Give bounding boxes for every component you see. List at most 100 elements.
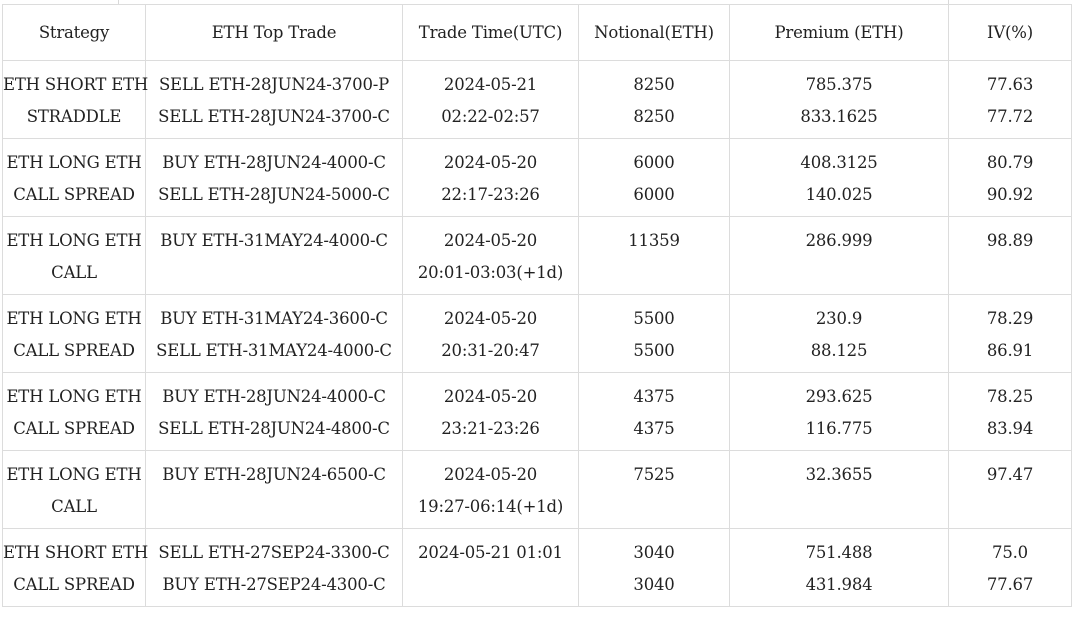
strategy-cell: ETH SHORT ETH STRADDLE — [2, 60, 149, 139]
strategy-cell: ETH LONG ETH CALL SPREAD — [2, 372, 146, 451]
strategy-line: ETH LONG ETH — [6, 387, 142, 406]
iv-line: 97.47 — [986, 465, 1034, 484]
notional-line: 4375 — [633, 387, 675, 406]
notional-cell: 11359 — [578, 216, 730, 295]
top-trade-line: SELL ETH-27SEP24-3300-C — [158, 543, 390, 562]
iv-line: 83.94 — [986, 418, 1034, 438]
premium-line: 88.125 — [810, 340, 868, 360]
table-row: ETH SHORT ETH CALL SPREAD SELL ETH-27SEP24… — [2, 528, 1072, 607]
premium-line: 833.1625 — [800, 106, 878, 126]
top-trade-line: BUY ETH-28JUN24-4000-C — [162, 387, 386, 406]
notional-cell: 7525 — [578, 450, 730, 529]
top-trade-line: SELL ETH-28JUN24-3700-C — [158, 106, 390, 126]
header-iv: IV(%) — [948, 4, 1072, 61]
premium-line: 32.3655 — [805, 465, 873, 484]
notional-line: 8250 — [633, 106, 675, 126]
iv-cell: 80.79 90.92 — [948, 138, 1072, 217]
top-trade-line: BUY ETH-31MAY24-4000-C — [160, 231, 388, 250]
notional-cell: 5500 5500 — [578, 294, 730, 373]
top-trade-line: SELL ETH-31MAY24-4000-C — [156, 340, 392, 360]
iv-line — [949, 491, 1071, 523]
strategy-line: ETH LONG ETH — [6, 309, 142, 328]
top-trade-line — [146, 257, 402, 289]
top-trade-line: BUY ETH-28JUN24-6500-C — [162, 465, 386, 484]
trade-time-cell: 2024-05-20 22:17-23:26 — [402, 138, 579, 217]
notional-line: 8250 — [633, 75, 675, 94]
notional-line: 5500 — [633, 340, 675, 360]
trade-time-line: 19:27-06:14(+1d) — [417, 496, 564, 516]
iv-cell: 75.0 77.67 — [948, 528, 1072, 607]
trade-time-line: 2024-05-21 01:01 — [418, 543, 563, 562]
strategy-line: ETH LONG ETH — [6, 231, 142, 250]
strategy-line: CALL SPREAD — [13, 418, 135, 438]
premium-cell: 293.625 116.775 — [729, 372, 949, 451]
top-trade-line: SELL ETH-28JUN24-3700-P — [158, 75, 390, 94]
strategy-line: STRADDLE — [26, 106, 122, 126]
notional-line: 11359 — [628, 231, 680, 250]
iv-line: 78.29 — [986, 309, 1034, 328]
strategy-cell: ETH SHORT ETH CALL SPREAD — [2, 528, 149, 607]
strategy-line: ETH LONG ETH — [6, 465, 142, 484]
notional-line: 5500 — [633, 309, 675, 328]
iv-cell: 77.63 77.72 — [948, 60, 1072, 139]
table-row: ETH SHORT ETH STRADDLE SELL ETH-28JUN24-37… — [2, 60, 1072, 139]
top-trade-line — [146, 491, 402, 523]
premium-cell: 32.3655 — [729, 450, 949, 529]
top-trade-cell: SELL ETH-27SEP24-3300-C BUY ETH-27SEP24-4… — [145, 528, 403, 607]
iv-line: 77.67 — [986, 574, 1034, 594]
strategy-line: ETH SHORT ETH — [3, 543, 149, 562]
strategy-line: ETH LONG ETH — [6, 153, 142, 172]
premium-line: 751.488 — [805, 543, 873, 562]
strategy-cell: ETH LONG ETH CALL — [2, 450, 146, 529]
top-trade-line: SELL ETH-28JUN24-5000-C — [158, 184, 390, 204]
iv-cell: 97.47 — [948, 450, 1072, 529]
header-row: Strategy ETH Top Trade Trade Time(UTC) N… — [2, 4, 1072, 61]
iv-line: 86.91 — [986, 340, 1034, 360]
notional-line: 3040 — [633, 543, 675, 562]
iv-line: 98.89 — [986, 231, 1034, 250]
iv-line: 75.0 — [992, 543, 1028, 562]
top-trade-cell: BUY ETH-28JUN24-4000-C SELL ETH-28JUN24-4… — [145, 372, 403, 451]
trade-time-cell: 2024-05-21 02:22-02:57 — [402, 60, 579, 139]
trade-time-line: 2024-05-20 — [443, 231, 538, 250]
strategy-cell: ETH LONG ETH CALL SPREAD — [2, 138, 146, 217]
header-trade-time: Trade Time(UTC) — [402, 4, 579, 61]
premium-line: 140.025 — [805, 184, 873, 204]
notional-line — [579, 491, 729, 523]
strategy-line: CALL SPREAD — [13, 340, 135, 360]
top-trade-cell: BUY ETH-31MAY24-3600-C SELL ETH-31MAY24-4… — [145, 294, 403, 373]
notional-cell: 8250 8250 — [578, 60, 730, 139]
trade-time-cell: 2024-05-21 01:01 — [402, 528, 579, 607]
trade-time-line — [403, 569, 578, 601]
premium-line: 785.375 — [805, 75, 873, 94]
premium-line: 408.3125 — [800, 153, 878, 172]
header-top-trade: ETH Top Trade — [145, 4, 403, 61]
trade-time-line: 20:01-03:03(+1d) — [417, 262, 564, 282]
notional-line: 3040 — [633, 574, 675, 594]
trade-time-line: 2024-05-20 — [443, 465, 538, 484]
trade-time-line: 02:22-02:57 — [441, 106, 540, 126]
iv-line: 77.63 — [986, 75, 1034, 94]
eth-top-trades-table: Strategy ETH Top Trade Trade Time(UTC) N… — [2, 4, 1072, 607]
trade-time-line: 22:17-23:26 — [441, 184, 540, 204]
table-row: ETH LONG ETH CALL SPREAD BUY ETH-28JUN24-4… — [2, 138, 1072, 217]
trade-time-cell: 2024-05-20 20:31-20:47 — [402, 294, 579, 373]
iv-line — [949, 257, 1071, 289]
iv-cell: 78.29 86.91 — [948, 294, 1072, 373]
strategy-line: CALL SPREAD — [13, 574, 135, 594]
premium-cell: 408.3125 140.025 — [729, 138, 949, 217]
strategy-line: ETH SHORT ETH — [3, 75, 149, 94]
trade-time-line: 23:21-23:26 — [441, 418, 540, 438]
table-row: ETH LONG ETH CALL SPREAD BUY ETH-31MAY24-3… — [2, 294, 1072, 373]
premium-cell: 286.999 — [729, 216, 949, 295]
trade-time-line: 2024-05-20 — [443, 387, 538, 406]
premium-line: 431.984 — [805, 574, 873, 594]
top-trade-cell: SELL ETH-28JUN24-3700-P SELL ETH-28JUN24-… — [145, 60, 403, 139]
top-trade-line: SELL ETH-28JUN24-4800-C — [158, 418, 390, 438]
trade-time-cell: 2024-05-20 19:27-06:14(+1d) — [402, 450, 579, 529]
premium-cell: 751.488 431.984 — [729, 528, 949, 607]
notional-cell: 3040 3040 — [578, 528, 730, 607]
iv-line: 90.92 — [986, 184, 1034, 204]
premium-line — [730, 491, 948, 523]
top-trade-cell: BUY ETH-28JUN24-4000-C SELL ETH-28JUN24-5… — [145, 138, 403, 217]
